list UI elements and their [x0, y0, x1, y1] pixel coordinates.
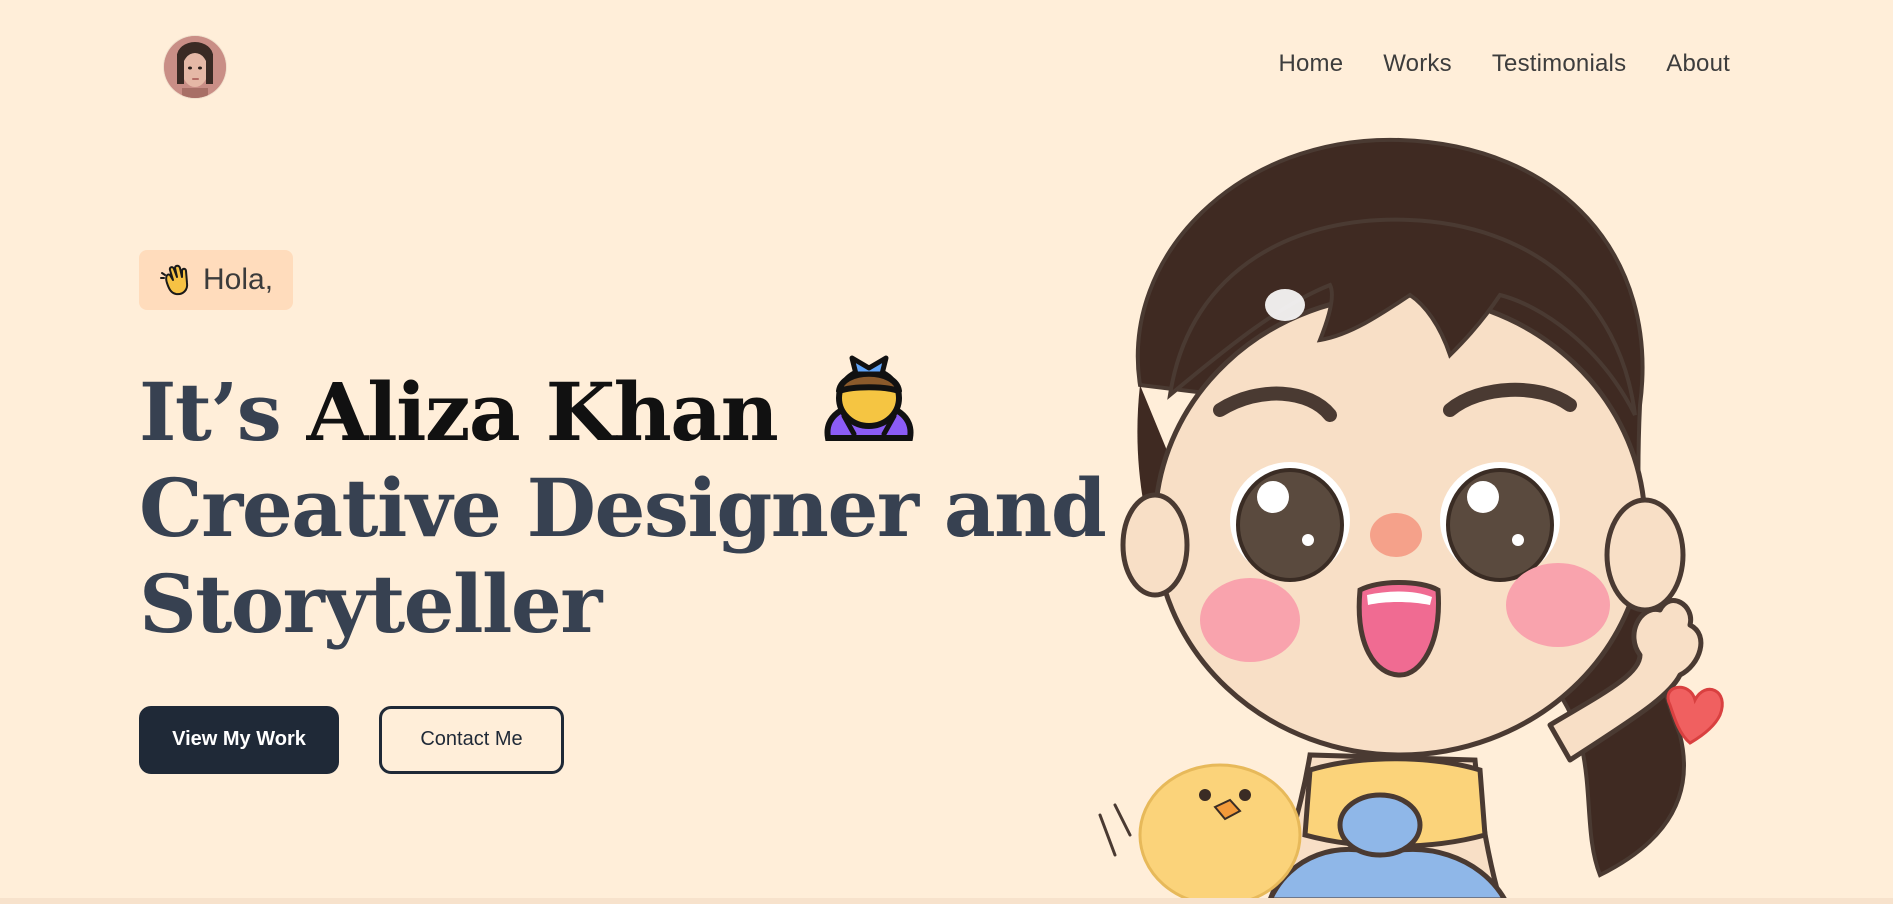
headline-name: Aliza Khan	[306, 365, 779, 459]
woman-bowing-icon	[824, 355, 914, 441]
headline-line-3: Storyteller	[139, 557, 602, 651]
nav-link-testimonials[interactable]: Testimonials	[1492, 50, 1626, 78]
waving-hand-icon	[160, 264, 189, 296]
headline-line-2: Creative Designer and	[139, 461, 1107, 555]
page-bottom-edge	[0, 898, 1893, 904]
greeting-text: Hola,	[203, 263, 274, 296]
hero-headline: It’s Aliza Khan Creative Designer and St…	[139, 346, 1107, 652]
profile-avatar[interactable]	[164, 36, 226, 98]
greeting-badge: Hola,	[139, 250, 294, 310]
nav-menu: Home Works Testimonials About	[1278, 50, 1730, 78]
headline-line-1: It’s Aliza Khan	[139, 346, 1089, 460]
view-my-work-button[interactable]: View My Work	[139, 705, 339, 774]
nav-link-home[interactable]: Home	[1278, 50, 1343, 78]
navbar: Home Works Testimonials About	[0, 0, 1893, 135]
avatar-portrait-icon	[164, 36, 226, 98]
hero-section: Hola, It’s Aliza Khan Creative Designer …	[139, 250, 1107, 774]
hero-buttons: View My Work Contact Me	[139, 705, 1089, 774]
contact-me-button[interactable]: Contact Me	[379, 705, 564, 774]
nav-link-works[interactable]: Works	[1383, 50, 1452, 78]
nav-link-about[interactable]: About	[1666, 50, 1730, 78]
chibi-girl-illustration	[1098, 137, 1724, 900]
headline-prefix: It’s	[139, 365, 282, 459]
